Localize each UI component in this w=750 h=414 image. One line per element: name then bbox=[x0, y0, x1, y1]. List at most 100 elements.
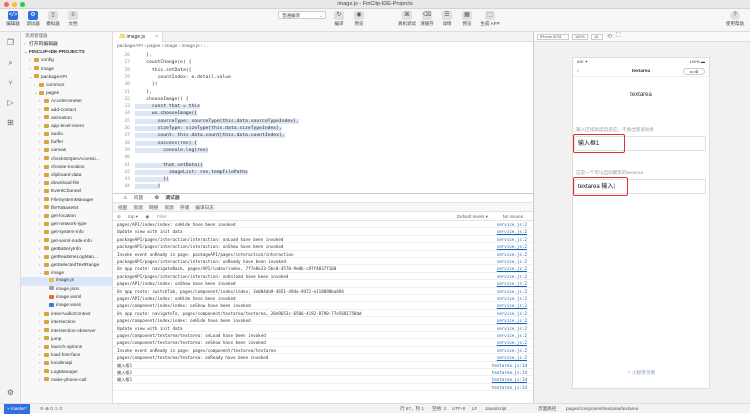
code-line[interactable]: 31 }, bbox=[113, 89, 152, 96]
help-button[interactable]: ? 使用帮助 bbox=[724, 11, 746, 27]
code-line[interactable]: 34 wx.chooseImage({ bbox=[113, 110, 198, 117]
console-clear-icon[interactable]: ⊘ bbox=[117, 214, 121, 219]
tree-item[interactable]: › get-wxml-node-info bbox=[21, 237, 112, 245]
code-line[interactable]: 29 countIndex: e.detail.value bbox=[113, 74, 231, 81]
capsule-menu[interactable]: ••• ⊙ bbox=[683, 68, 705, 75]
code-line[interactable]: 39 console.log(res) bbox=[113, 147, 209, 154]
log-source-link[interactable]: service.js:2 bbox=[497, 317, 527, 323]
log-source-link[interactable]: service.js:2 bbox=[497, 339, 527, 345]
tab-resources[interactable]: 资源 bbox=[164, 205, 173, 210]
log-source-link[interactable]: textarea.js:14 bbox=[492, 362, 527, 368]
context-select[interactable]: top ▾ bbox=[128, 214, 138, 219]
tree-item[interactable]: › fileToBase64 bbox=[21, 204, 112, 212]
editor-button[interactable]: </> 编辑器 bbox=[4, 11, 22, 27]
tab-problems[interactable]: ⚠ 问题 bbox=[118, 196, 143, 201]
close-window-button[interactable] bbox=[4, 2, 9, 7]
project-section[interactable]: ⌄ FINCLIP-IDE-PROJECTS bbox=[21, 48, 112, 56]
log-source-link[interactable]: service.js:2 bbox=[497, 325, 527, 331]
log-source-link[interactable]: service.js:2 bbox=[497, 228, 527, 234]
tree-item[interactable]: › audio bbox=[21, 130, 112, 138]
code-line[interactable]: 27 countChange(e) { bbox=[113, 59, 191, 66]
code-line[interactable]: 35 sourceType: sourceType[this.data.sour… bbox=[113, 118, 299, 125]
tab-view[interactable]: 视图 bbox=[118, 205, 127, 210]
tree-item[interactable]: › FileSystemManager bbox=[21, 196, 112, 204]
details-button[interactable]: ☰ 详情 bbox=[438, 11, 456, 27]
tree-item[interactable]: › common bbox=[21, 81, 112, 89]
tree-item[interactable]: › download-file bbox=[21, 179, 112, 187]
tab-image-js[interactable]: JS image.js × bbox=[113, 32, 163, 42]
code-line[interactable]: 32 chooseImage() { bbox=[113, 96, 188, 103]
tree-item[interactable]: › get-location bbox=[21, 212, 112, 220]
tab-network[interactable]: 网络 bbox=[149, 205, 158, 210]
generate-app-button[interactable]: ⬚ 生成 APP bbox=[478, 11, 502, 27]
font-size-select[interactable]: 16 bbox=[591, 34, 603, 40]
debugger-button[interactable]: ⚙ 调试器 bbox=[24, 11, 42, 27]
log-source-link[interactable]: service.js:2 bbox=[497, 251, 527, 257]
search-icon[interactable]: ⌕ bbox=[5, 57, 16, 68]
tree-item[interactable]: › animation bbox=[21, 114, 112, 122]
tree-item[interactable]: ⌄ image bbox=[21, 269, 112, 277]
tree-item[interactable]: › canvas bbox=[21, 146, 112, 154]
remote-debug-button[interactable]: ⌘ 真机调试 bbox=[396, 11, 418, 27]
tab-sources[interactable]: 资源 bbox=[133, 205, 142, 210]
tree-item[interactable]: image.wxss bbox=[21, 302, 112, 310]
tree-item[interactable]: › clipboard-data bbox=[21, 171, 112, 179]
log-source-link[interactable]: textarea.js:14 bbox=[492, 369, 527, 375]
tree-item[interactable]: › load-font-face bbox=[21, 351, 112, 359]
log-levels-select[interactable]: Default levels ▾ bbox=[457, 212, 488, 221]
close-icon[interactable]: × bbox=[155, 32, 158, 42]
tree-item[interactable]: › buffer bbox=[21, 138, 112, 146]
tab-storage[interactable]: 存储 bbox=[180, 205, 189, 210]
issues-count[interactable]: No Issues bbox=[503, 212, 523, 221]
log-source-link[interactable]: service.js:2 bbox=[497, 243, 527, 249]
tree-item[interactable]: image.json bbox=[21, 286, 112, 294]
files-icon[interactable]: ❐ bbox=[5, 37, 16, 48]
tree-item[interactable]: › launch-options bbox=[21, 343, 112, 351]
tree-item[interactable]: › get-network-type bbox=[21, 220, 112, 228]
back-arrow-icon[interactable]: ‹ bbox=[577, 66, 579, 77]
code-line[interactable]: 37 count: this.data.count[this.data.coun… bbox=[113, 132, 285, 139]
tree-item[interactable]: › EventChannel bbox=[21, 187, 112, 195]
code-line[interactable]: 38 success(res) { bbox=[113, 140, 198, 147]
tree-item[interactable]: › jump bbox=[21, 335, 112, 343]
log-source-link[interactable]: service.js:2 bbox=[497, 302, 527, 308]
log-source-link[interactable]: service.js:2 bbox=[497, 258, 527, 264]
log-source-link[interactable]: service.js:2 bbox=[497, 347, 527, 353]
code-line[interactable]: 40 bbox=[113, 154, 135, 161]
qr-preview-button[interactable]: ▦ 预览 bbox=[458, 11, 476, 27]
tree-item[interactable]: › getRealtimeLogMan... bbox=[21, 253, 112, 261]
tree-item[interactable]: › intersection bbox=[21, 318, 112, 326]
code-line[interactable]: 28 this.setData({ bbox=[113, 67, 191, 74]
maximize-window-button[interactable] bbox=[20, 2, 25, 7]
fullscreen-icon[interactable]: ⛶ bbox=[616, 33, 620, 40]
tree-item[interactable]: › add-contact bbox=[21, 106, 112, 114]
log-source-link[interactable]: service.js:2 bbox=[497, 273, 527, 279]
log-source-link[interactable]: service.js:2 bbox=[497, 295, 527, 301]
compile-mode-select[interactable]: 普通编译 ⌄ bbox=[278, 11, 326, 19]
log-source-link[interactable]: service.js:2 bbox=[497, 221, 527, 227]
tree-item[interactable]: › localsnapi bbox=[21, 359, 112, 367]
log-source-link[interactable]: service.js:2 bbox=[497, 310, 527, 316]
log-source-link[interactable]: service.js:2 bbox=[497, 280, 527, 286]
tab-debugger[interactable]: ⚙ 调试器 bbox=[150, 196, 180, 201]
log-source-link[interactable]: service.js:2 bbox=[497, 332, 527, 338]
tab-compile-log[interactable]: 编译日志 bbox=[195, 205, 213, 210]
tree-item[interactable]: › app-level-event bbox=[21, 122, 112, 130]
tree-item[interactable]: › intersection-observer bbox=[21, 327, 112, 335]
code-line[interactable]: 41 that.setData({ bbox=[113, 162, 203, 169]
tree-item[interactable]: › make-phone-call bbox=[21, 376, 112, 384]
device-select[interactable]: iPhone 6/7/8 bbox=[537, 34, 569, 40]
tree-item[interactable]: › getBatteryInfo bbox=[21, 245, 112, 253]
code-line[interactable]: 42 imageList: res.tempFilePaths bbox=[113, 169, 248, 176]
preview-button[interactable]: ◉ 预览 bbox=[350, 11, 368, 27]
settings-gear-icon[interactable]: ⚙ bbox=[5, 387, 16, 398]
eye-icon[interactable]: ◉ bbox=[145, 214, 149, 219]
tree-item[interactable]: › image bbox=[21, 65, 112, 73]
minimize-window-button[interactable] bbox=[12, 2, 17, 7]
code-line[interactable]: 26 }, bbox=[113, 52, 152, 59]
code-line[interactable]: 43 }) bbox=[113, 176, 169, 183]
tree-item[interactable]: › get-system-info bbox=[21, 228, 112, 236]
tree-item[interactable]: ⌄ pages bbox=[21, 89, 112, 97]
code-area[interactable]: 26 }, 27 countChange(e) {28 this.setData(… bbox=[113, 52, 533, 193]
tree-item[interactable]: › choose-location bbox=[21, 163, 112, 171]
